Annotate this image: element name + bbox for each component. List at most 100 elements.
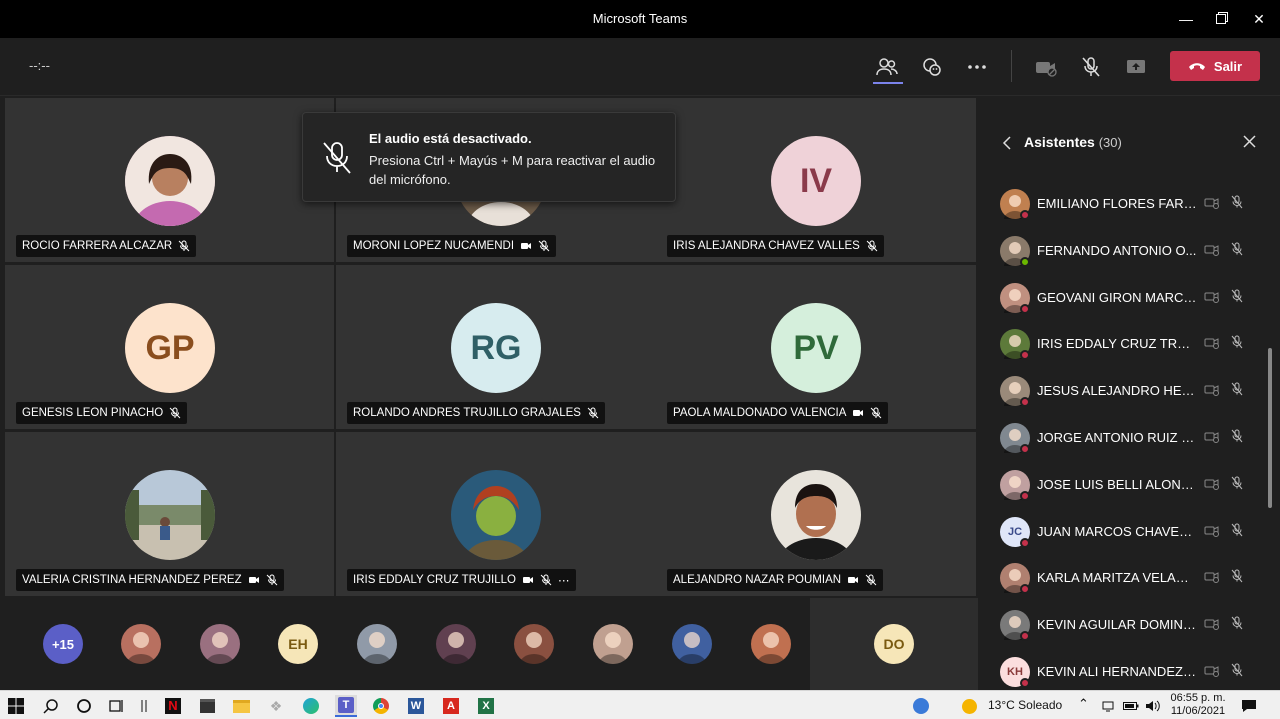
attendee-row[interactable]: IRIS EDDALY CRUZ TRUJI... — [980, 321, 1260, 367]
camera-off-icon — [1204, 291, 1219, 303]
teams-app[interactable]: T — [335, 695, 357, 717]
camera-off-icon — [1204, 338, 1219, 350]
participant-tile[interactable]: PV PAOLA MALDONADO VALENCIA — [656, 265, 976, 429]
start-button[interactable] — [5, 695, 27, 717]
self-preview[interactable]: DO — [810, 598, 978, 690]
teams-icon: T — [338, 697, 354, 713]
network-icon[interactable] — [1098, 695, 1120, 717]
attendee-name: JUAN MARCOS CHAVEZ ... — [1037, 523, 1197, 539]
microphone-button[interactable] — [1076, 52, 1106, 82]
attendee-row[interactable]: JESUS ALEJANDRO HERN... — [980, 368, 1260, 414]
edge-icon — [303, 698, 319, 714]
participant-photo — [127, 632, 155, 664]
participant-photo — [599, 632, 627, 664]
participant-tile[interactable]: GP GENESIS LEON PINACHO — [5, 265, 334, 429]
back-icon[interactable] — [1002, 136, 1012, 150]
attendee-row[interactable]: KEVIN AGUILAR DOMING... — [980, 602, 1260, 648]
explorer-app[interactable] — [230, 695, 252, 717]
clock-date: 11/06/2021 — [1170, 705, 1226, 717]
strip-avatar[interactable]: EH — [278, 624, 318, 664]
chevron-up-icon[interactable]: ⌃ — [1078, 696, 1089, 712]
maximize-button[interactable] — [1209, 8, 1235, 30]
excel-app[interactable]: X — [475, 695, 497, 717]
participant-photo — [520, 632, 548, 664]
attendee-row[interactable]: EMILIANO FLORES FARRE... — [980, 181, 1260, 227]
participant-tile[interactable]: ALEJANDRO NAZAR POUMIAN — [656, 432, 976, 596]
share-screen-button[interactable] — [1121, 52, 1151, 82]
mic-muted-icon — [1231, 335, 1243, 349]
battery-icon[interactable] — [1120, 695, 1142, 717]
mic-muted-icon — [866, 240, 878, 252]
strip-avatar[interactable] — [200, 624, 240, 664]
weather-icon[interactable] — [958, 695, 980, 717]
raise-hand-button[interactable] — [917, 52, 947, 82]
mic-muted-icon — [1231, 289, 1243, 302]
chrome-app[interactable] — [370, 695, 392, 717]
attendee-row[interactable]: FERNANDO ANTONIO O... — [980, 228, 1260, 274]
app-bar-icon[interactable] — [133, 695, 155, 717]
leave-button[interactable]: Salir — [1170, 51, 1260, 81]
strip-avatar[interactable] — [751, 624, 791, 664]
restore-icon — [1216, 12, 1228, 24]
participant-photo — [451, 470, 541, 560]
edge-app[interactable] — [300, 695, 322, 717]
attendee-row[interactable]: JORGE ANTONIO RUIZ C... — [980, 415, 1260, 461]
mic-muted-icon — [865, 574, 877, 586]
participant-avatar: IV — [771, 136, 861, 226]
strip-avatar[interactable] — [593, 624, 633, 664]
participant-tile[interactable]: ROCIO FARRERA ALCAZAR — [5, 98, 334, 262]
notification-message: Presiona Ctrl + Mayús + M para reactivar… — [369, 153, 656, 187]
participant-tile[interactable]: RG ROLANDO ANDRES TRUJILLO GRAJALES — [336, 265, 665, 429]
store-app[interactable] — [196, 695, 218, 717]
participant-tile[interactable]: IRIS EDDALY CRUZ TRUJILLO ⋯ — [336, 432, 665, 596]
close-panel-icon[interactable] — [1243, 135, 1256, 148]
toolbar-divider — [1011, 50, 1012, 82]
windows-icon — [8, 698, 24, 714]
strip-avatar[interactable] — [514, 624, 554, 664]
tray-app-icon[interactable] — [910, 695, 932, 717]
attendee-row[interactable]: GEOVANI GIRON MARCOS — [980, 275, 1260, 321]
strip-avatar[interactable] — [672, 624, 712, 664]
presence-status-icon — [1020, 256, 1030, 267]
more-options-icon[interactable]: ⋯ — [558, 573, 571, 587]
word-app[interactable]: W — [405, 695, 427, 717]
panel-scrollbar[interactable] — [1268, 348, 1272, 508]
attendee-row[interactable]: JC JUAN MARCOS CHAVEZ ... — [980, 509, 1260, 555]
windows-taskbar: N ❖ T W A X 13°C Soleado ⌃ 06:55 p. m. 1… — [0, 690, 1280, 719]
participant-strip: +15 EH DO — [0, 598, 978, 690]
participant-nametag: IRIS EDDALY CRUZ TRUJILLO ⋯ — [347, 569, 577, 591]
weather-text[interactable]: 13°C Soleado — [988, 698, 1062, 712]
mic-muted-icon — [538, 240, 550, 252]
camera-off-icon — [1204, 432, 1219, 443]
attendee-name: KEVIN ALI HERNANDEZ ... — [1037, 664, 1197, 679]
overflow-participants-button[interactable]: +15 — [43, 624, 83, 664]
acrobat-app[interactable]: A — [440, 695, 462, 717]
minimize-button[interactable]: — — [1173, 8, 1199, 30]
dropbox-app[interactable]: ❖ — [265, 695, 287, 717]
cortana-icon — [77, 699, 91, 713]
attendee-name: JESUS ALEJANDRO HERN... — [1037, 383, 1197, 399]
volume-icon[interactable] — [1142, 695, 1164, 717]
participant-nametag: ALEJANDRO NAZAR POUMIAN — [667, 569, 884, 591]
system-clock[interactable]: 06:55 p. m. 11/06/2021 — [1165, 692, 1231, 718]
attendee-row[interactable]: JOSE LUIS BELLI ALONSO — [980, 462, 1260, 508]
participant-tile[interactable]: VALERIA CRISTINA HERNANDEZ PEREZ — [5, 432, 334, 596]
participant-nametag: ROLANDO ANDRES TRUJILLO GRAJALES — [347, 402, 605, 424]
task-view-button[interactable] — [106, 695, 128, 717]
strip-avatar[interactable] — [436, 624, 476, 664]
participant-photo — [678, 632, 706, 664]
strip-avatar[interactable] — [357, 624, 397, 664]
strip-avatar[interactable] — [121, 624, 161, 664]
cortana-button[interactable] — [73, 695, 95, 717]
netflix-app[interactable]: N — [162, 695, 184, 717]
search-button[interactable] — [40, 695, 62, 717]
notifications-button[interactable] — [1238, 695, 1260, 717]
attendee-row[interactable]: KARLA MARITZA VELASC... — [980, 555, 1260, 601]
attendee-row[interactable]: KH KEVIN ALI HERNANDEZ ... — [980, 649, 1260, 695]
attendee-status-icons — [1204, 569, 1244, 584]
close-window-button[interactable]: ✕ — [1246, 8, 1272, 30]
more-actions-button[interactable] — [962, 52, 992, 82]
participant-tile[interactable]: IV IRIS ALEJANDRA CHAVEZ VALLES — [656, 98, 976, 262]
camera-button[interactable] — [1031, 52, 1061, 82]
participants-button[interactable] — [872, 52, 903, 84]
